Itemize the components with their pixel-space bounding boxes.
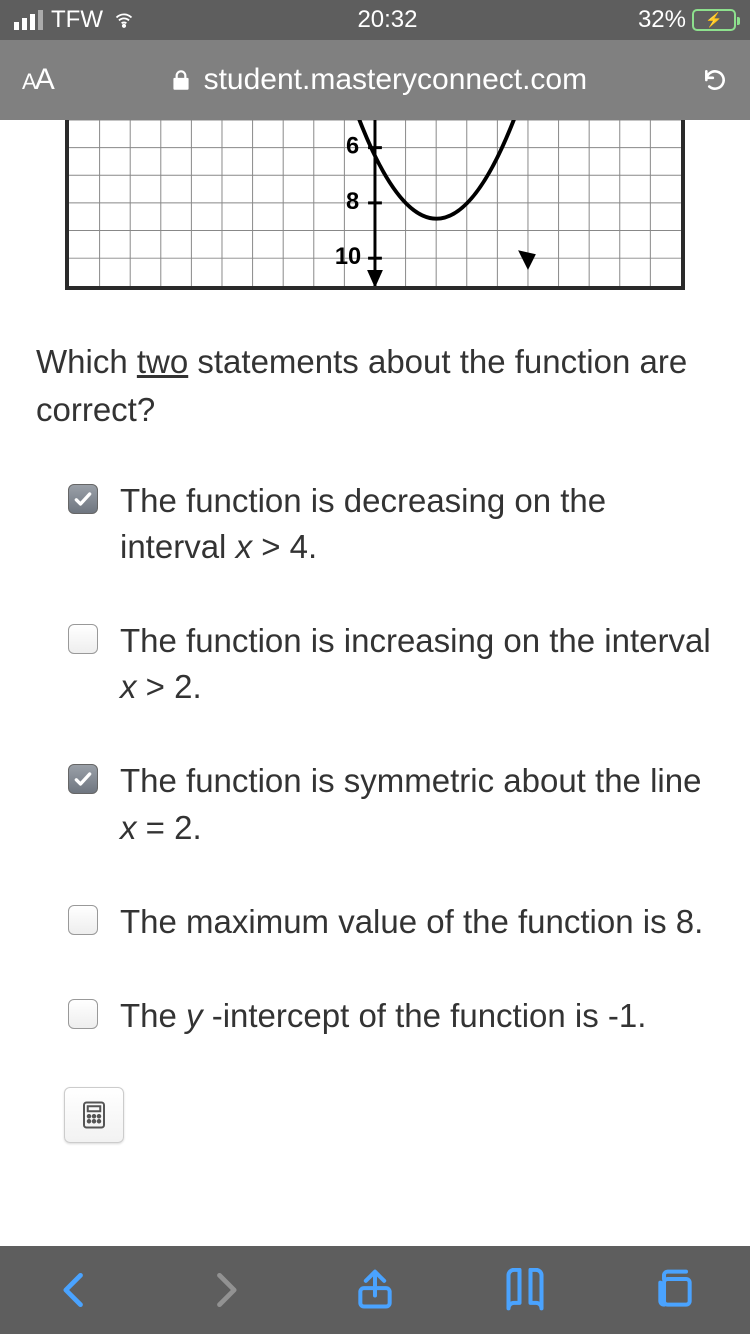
url-text: student.masteryconnect.com: [204, 63, 588, 97]
share-icon: [353, 1268, 397, 1312]
book-icon: [503, 1268, 547, 1312]
option-1[interactable]: The function is decreasing on the interv…: [68, 478, 714, 570]
checkbox-1[interactable]: [68, 484, 98, 514]
wifi-icon: [111, 10, 137, 30]
option-5-text: The y -intercept of the function is -1.: [120, 993, 646, 1039]
axis-tick-8: 8: [346, 189, 359, 215]
checkbox-2[interactable]: [68, 624, 98, 654]
option-3[interactable]: The function is symmetric about the line…: [68, 758, 714, 850]
address-bar: AA student.masteryconnect.com: [0, 40, 750, 120]
option-3-text: The function is symmetric about the line…: [120, 758, 714, 850]
option-2-text: The function is increasing on the interv…: [120, 618, 714, 710]
status-right: 32% ⚡: [638, 6, 736, 34]
axis-tick-6: 6: [346, 134, 359, 160]
question-underlined: two: [137, 343, 188, 380]
text-size-button[interactable]: AA: [22, 63, 53, 97]
checkbox-3[interactable]: [68, 764, 98, 794]
clock: 20:32: [357, 6, 417, 34]
bookmarks-button[interactable]: [495, 1260, 555, 1320]
carrier-label: TFW: [51, 6, 103, 34]
axis-tick-10: 10: [335, 244, 361, 270]
chevron-left-icon: [53, 1268, 97, 1312]
option-4-text: The maximum value of the function is 8.: [120, 899, 703, 945]
checkbox-4[interactable]: [68, 905, 98, 935]
reload-icon[interactable]: [702, 67, 728, 93]
checkbox-5[interactable]: [68, 999, 98, 1029]
url-area[interactable]: student.masteryconnect.com: [75, 63, 680, 97]
signal-icon: [14, 10, 43, 30]
battery-pct: 32%: [638, 6, 686, 34]
calculator-icon: [79, 1100, 109, 1130]
tabs-button[interactable]: [645, 1260, 705, 1320]
lock-icon: [168, 67, 194, 93]
graph-snippet: 6 8 10: [65, 120, 685, 290]
page-content: 6 8 10 Which two statements about the fu…: [0, 120, 750, 1143]
back-button[interactable]: [45, 1260, 105, 1320]
battery-icon: ⚡: [692, 9, 736, 31]
tabs-icon: [653, 1268, 697, 1312]
question-text: Which two statements about the function …: [36, 338, 714, 434]
forward-button[interactable]: [195, 1260, 255, 1320]
chevron-right-icon: [203, 1268, 247, 1312]
status-left: TFW: [14, 6, 137, 34]
share-button[interactable]: [345, 1260, 405, 1320]
option-4[interactable]: The maximum value of the function is 8.: [68, 899, 714, 945]
question-prefix: Which: [36, 343, 137, 380]
option-1-text: The function is decreasing on the interv…: [120, 478, 714, 570]
option-5[interactable]: The y -intercept of the function is -1.: [68, 993, 714, 1039]
option-2[interactable]: The function is increasing on the interv…: [68, 618, 714, 710]
calculator-button[interactable]: [64, 1087, 124, 1143]
options-list: The function is decreasing on the interv…: [36, 478, 714, 1040]
browser-toolbar: [0, 1246, 750, 1334]
status-bar: TFW 20:32 32% ⚡: [0, 0, 750, 40]
